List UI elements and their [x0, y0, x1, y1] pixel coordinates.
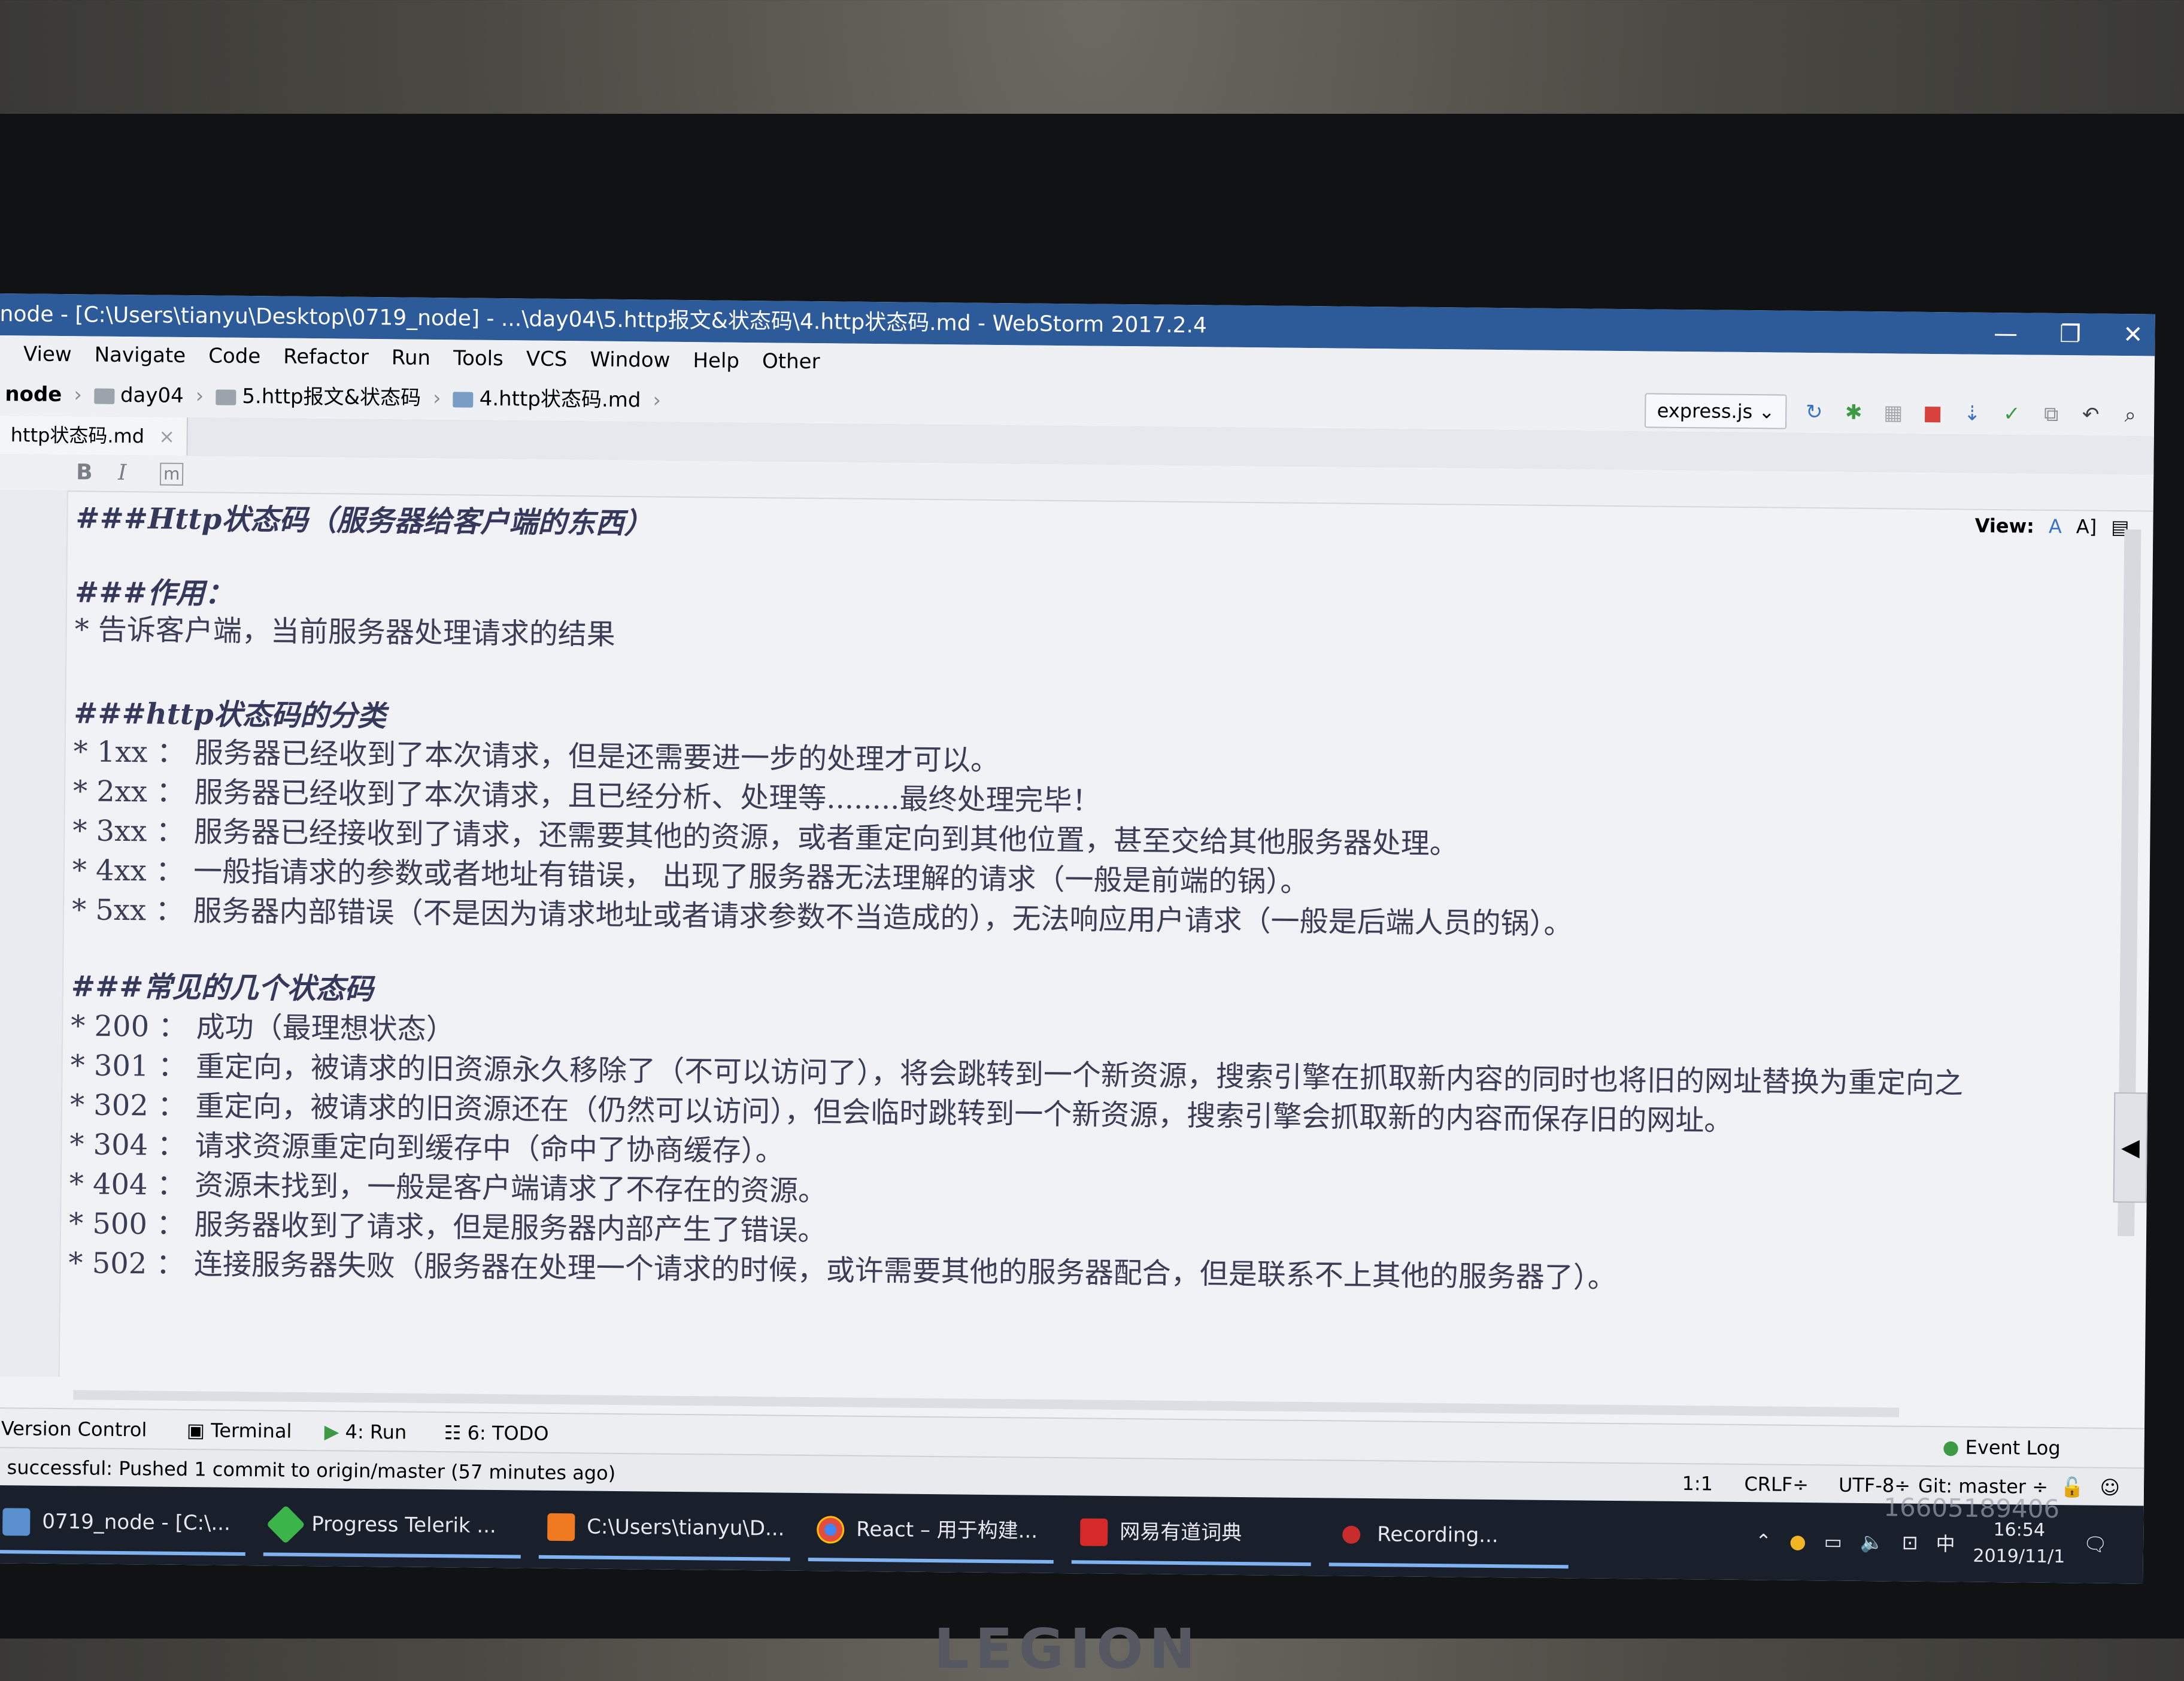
code-button[interactable]: m [159, 462, 184, 486]
vcs-update-icon[interactable]: ⇣ [1960, 401, 1984, 425]
chevron-right-icon: › [195, 384, 204, 408]
chevron-right-icon: › [653, 388, 662, 413]
volume-icon[interactable]: 🔈 [1860, 1531, 1884, 1553]
menu-navigate[interactable]: Navigate [94, 337, 186, 374]
inspector-icon[interactable]: ☺ [2100, 1468, 2120, 1507]
lock-icon[interactable]: 🔓 [2060, 1468, 2084, 1506]
webstorm-icon [2, 1508, 31, 1536]
bold-button[interactable]: B [76, 455, 93, 490]
stop-icon[interactable]: ■ [1921, 401, 1945, 425]
monitor-bezel: node - [C:\Users\tianyu\Desktop\0719_nod… [0, 114, 2184, 1681]
breadcrumb-file[interactable]: 4.http状态码.md [453, 377, 641, 422]
breadcrumb-project[interactable]: node [5, 372, 62, 416]
menu-view[interactable]: View [23, 335, 72, 373]
event-log-tab[interactable]: ● Event Log [1942, 1427, 2061, 1468]
run-tab[interactable]: ▶ 4: Run [324, 1412, 407, 1452]
chrome-icon [817, 1516, 845, 1544]
main-toolbar: express.js ⌄ ↻ ✱ ▦ ■ ⇣ ✓ ⧉ ↶ ⌕ [1645, 393, 2142, 432]
breadcrumb-folder[interactable]: 5.http报文&状态码 [216, 374, 421, 419]
todo-icon: ☷ [444, 1421, 468, 1444]
terminal-icon: ▣ [186, 1419, 211, 1442]
folder-icon [216, 389, 236, 405]
system-tray: ⌃ ● ▭ 🔈 ⊡ 中 16:54 16605189406 2019/11/1 … [1755, 1492, 2108, 1577]
line-separator[interactable]: CRLF÷ [1744, 1465, 1809, 1504]
close-button[interactable]: ✕ [2123, 314, 2143, 356]
clock-date: 2019/11/1 [1973, 1545, 2065, 1568]
editor-content[interactable]: ###Http状态码（服务器给客户端的东西） ###作用： * 告诉客户端，当前… [68, 492, 2052, 1391]
clock[interactable]: 16:54 16605189406 2019/11/1 [1883, 1492, 2065, 1570]
run-config-select[interactable]: express.js ⌄ [1645, 393, 1787, 429]
telerik-icon [266, 1505, 305, 1544]
editor-line: * 5xx ： 服务器内部错误（不是因为请求地址或者请求参数不当造成的），无法响… [71, 893, 1573, 941]
event-log-icon: ● [1942, 1435, 1965, 1459]
editor-gutter [0, 489, 68, 1377]
menu-refactor[interactable]: Refactor [283, 338, 369, 376]
editor-line-heading: ###Http状态码（服务器给客户端的东西） [75, 501, 653, 541]
menu-tools[interactable]: Tools [453, 340, 503, 377]
menu-other[interactable]: Other [762, 343, 820, 380]
breadcrumb-day04[interactable]: day04 [93, 374, 184, 417]
bezel-brand-logo: LEGION [934, 1617, 1202, 1681]
menu-code[interactable]: Code [208, 337, 261, 375]
chevron-right-icon: › [74, 383, 83, 407]
recording-icon [1342, 1525, 1361, 1544]
terminal-tab[interactable]: ▣ Terminal [186, 1410, 292, 1451]
editor-line-heading: ###常见的几个状态码 [71, 970, 374, 1007]
battery-icon[interactable]: ▭ [1824, 1530, 1843, 1553]
editor-line: * 200 ： 成功（最理想状态） [70, 1009, 455, 1047]
collapse-preview-arrow-icon[interactable]: ◀ [2113, 1092, 2148, 1203]
breadcrumb: node › day04 › 5.http报文&状态码 › 4.http状态码.… [5, 372, 661, 422]
italic-button[interactable]: I [118, 455, 127, 491]
tray-app-icon[interactable]: ● [1789, 1530, 1806, 1553]
editor-line: * 502 ： 连接服务器失败（服务器在处理一个请求的时候，或许需要其他的服务器… [68, 1246, 1617, 1295]
taskbar-item-sublime[interactable]: C:\Users\tianyu\D... [538, 1497, 791, 1561]
screen: node - [C:\Users\tianyu\Desktop\0719_nod… [0, 293, 2155, 1584]
taskbar-item-youdao[interactable]: 网易有道词典 [1071, 1501, 1312, 1567]
split-view-button[interactable]: A] [2076, 510, 2097, 543]
window-controls: — ❐ ✕ [1994, 313, 2143, 356]
maximize-button[interactable]: ❐ [2059, 313, 2082, 355]
taskbar-item-recording[interactable]: Recording... [1328, 1504, 1569, 1569]
menu-window[interactable]: Window [590, 341, 671, 378]
tab-label: http状态码.md [10, 423, 145, 448]
ime-indicator[interactable]: 中 [1936, 1529, 1955, 1556]
youdao-icon [1080, 1518, 1108, 1546]
coverage-icon[interactable]: ▦ [1881, 401, 1905, 425]
menu-help[interactable]: Help [693, 342, 739, 380]
version-control-tab[interactable]: Version Control [1, 1409, 147, 1449]
rerun-icon[interactable]: ↻ [1802, 400, 1826, 424]
minimize-button[interactable]: — [1994, 313, 2018, 355]
vcs-commit-icon[interactable]: ✓ [2000, 402, 2024, 426]
menu-run[interactable]: Run [392, 339, 431, 377]
menu-vcs[interactable]: VCS [526, 340, 568, 378]
editor-line: * 告诉客户端，当前服务器处理请求的结果 [74, 613, 616, 652]
vcs-compare-icon[interactable]: ⧉ [2039, 402, 2063, 426]
notification-icon[interactable]: 🗨 [2083, 1532, 2107, 1555]
debug-icon[interactable]: ✱ [1842, 401, 1866, 425]
taskbar-item-webstorm[interactable]: 0719_node - [C:\... [0, 1491, 246, 1556]
tray-overflow-icon[interactable]: ⌃ [1755, 1529, 1772, 1552]
chevron-right-icon: › [432, 386, 441, 411]
taskbar-item-telerik[interactable]: Progress Telerik ... [263, 1494, 521, 1559]
run-icon: ▶ [324, 1420, 345, 1443]
search-icon[interactable]: ⌕ [2118, 403, 2142, 427]
close-tab-icon[interactable]: × [159, 425, 175, 448]
revert-icon[interactable]: ↶ [2079, 402, 2103, 426]
network-icon[interactable]: ⊡ [1902, 1531, 1918, 1554]
folder-icon [93, 388, 115, 404]
sublime-icon [547, 1513, 575, 1541]
tab-http-status-md[interactable]: http状态码.md × [0, 415, 189, 456]
watermark-number: 16605189406 [1883, 1492, 2060, 1524]
taskbar-item-chrome[interactable]: React – 用于构建... [808, 1499, 1054, 1564]
caret-position[interactable]: 1:1 [1682, 1464, 1713, 1503]
todo-tab[interactable]: ☷ 6: TODO [444, 1413, 549, 1453]
markdown-file-icon [453, 391, 474, 408]
